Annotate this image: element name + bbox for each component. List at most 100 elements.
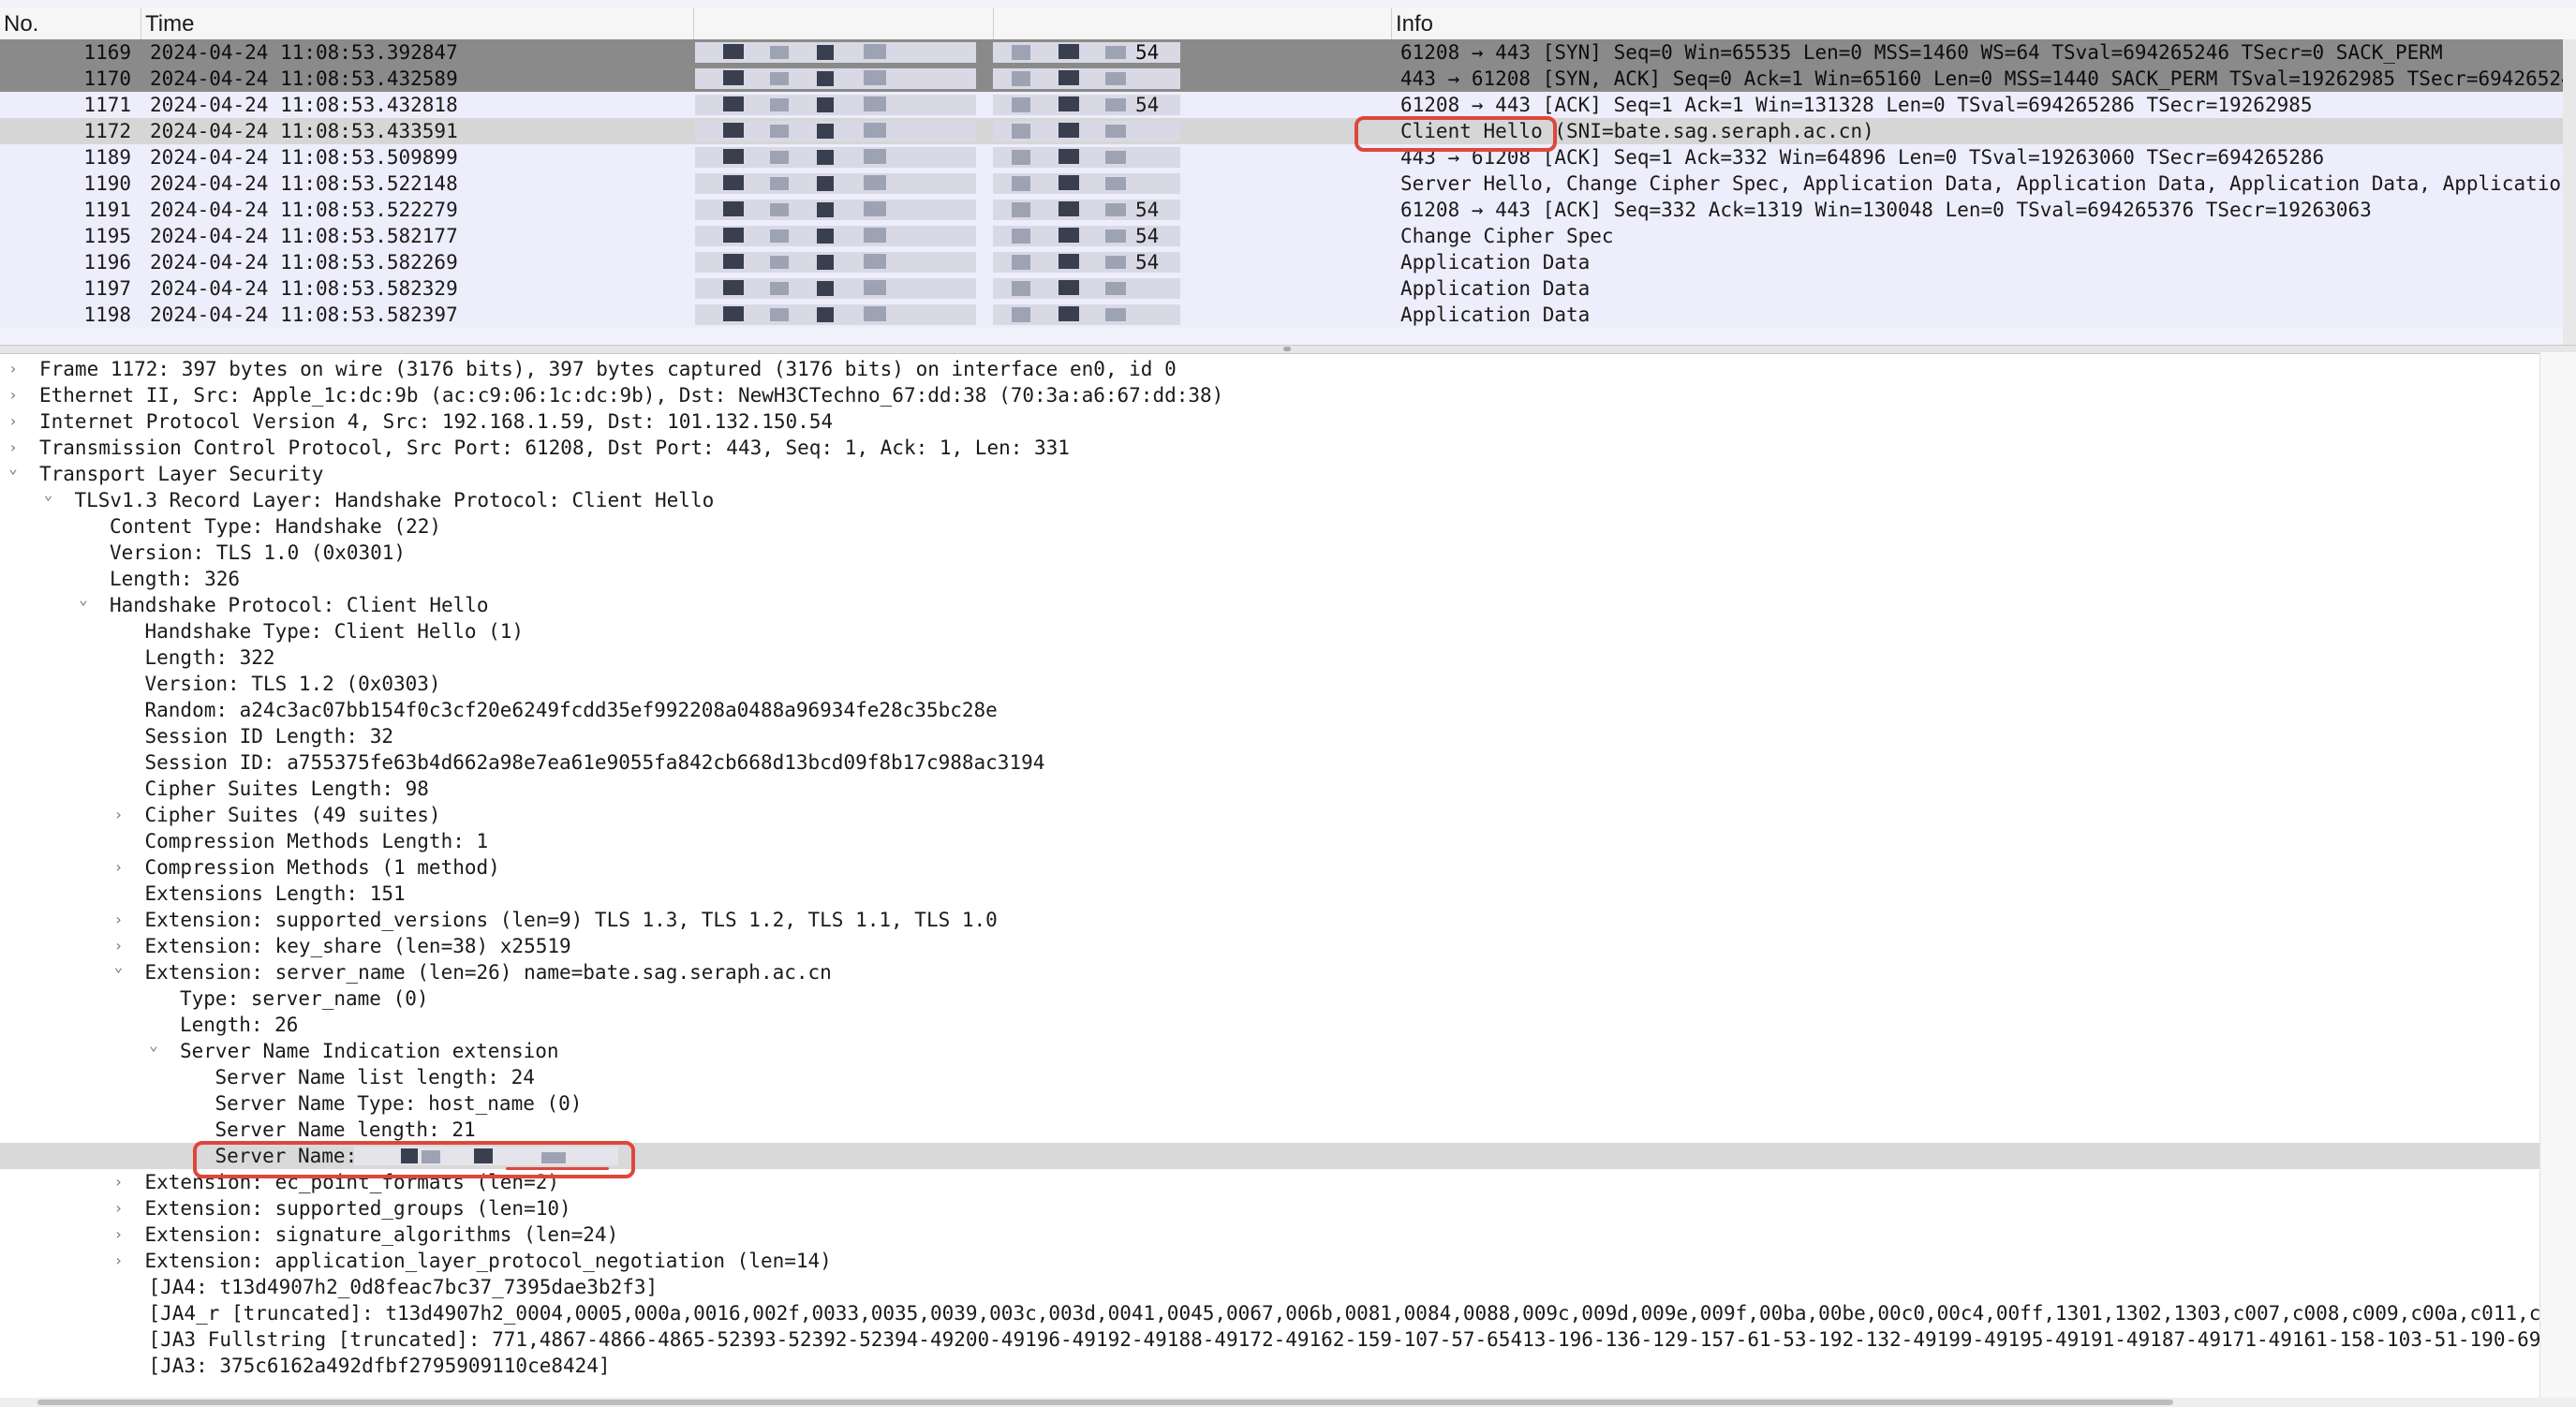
- detail-row[interactable]: Version: TLS 1.2 (0x0303): [0, 671, 2540, 697]
- detail-row[interactable]: Length: 326: [0, 566, 2540, 592]
- detail-row[interactable]: Server Name:: [0, 1143, 2540, 1169]
- detail-row[interactable]: Random: a24c3ac07bb154f0c3cf20e6249fcdd3…: [0, 697, 2540, 723]
- detail-row[interactable]: Server Name Type: host_name (0): [0, 1090, 2540, 1117]
- detail-text: Cipher Suites Length: 98: [144, 778, 429, 800]
- detail-row[interactable]: [JA4: t13d4907h2_0d8feac7bc37_7395dae3b2…: [0, 1274, 2540, 1300]
- expand-chevron-icon[interactable]: ›: [110, 907, 128, 933]
- column-header-info[interactable]: Info: [1391, 7, 2576, 39]
- collapse-chevron-icon[interactable]: ⌄: [144, 1032, 163, 1059]
- collapse-chevron-icon[interactable]: ⌄: [39, 481, 58, 508]
- detail-row[interactable]: Compression Methods Length: 1: [0, 828, 2540, 854]
- detail-row[interactable]: › Extension: ec_point_formats (len=2): [0, 1169, 2540, 1195]
- detail-row[interactable]: Length: 322: [0, 644, 2540, 671]
- detail-row[interactable]: Session ID: a755375fe63b4d662a98e7ea61e9…: [0, 749, 2540, 776]
- column-header-no[interactable]: No.: [0, 7, 141, 39]
- packet-row[interactable]: 1196 2024-04-24 11:08:53.582269 54 Applicat…: [0, 249, 2576, 275]
- horizontal-scrollbar[interactable]: [0, 1398, 2576, 1407]
- column-header-source[interactable]: [693, 7, 993, 39]
- packet-details-tree[interactable]: › Frame 1172: 397 bytes on wire (3176 bit…: [0, 352, 2540, 1400]
- detail-row[interactable]: Server Name length: 21: [0, 1117, 2540, 1143]
- detail-row[interactable]: Extensions Length: 151: [0, 881, 2540, 907]
- detail-row[interactable]: › Internet Protocol Version 4, Src: 192.1…: [0, 408, 2540, 435]
- detail-row[interactable]: Content Type: Handshake (22): [0, 513, 2540, 540]
- detail-row[interactable]: Version: TLS 1.0 (0x0301): [0, 540, 2540, 566]
- destination-redacted: [993, 147, 1180, 168]
- detail-row[interactable]: › Compression Methods (1 method): [0, 854, 2540, 881]
- detail-text: Server Name Type: host_name (0): [215, 1092, 583, 1115]
- packet-row[interactable]: 1171 2024-04-24 11:08:53.432818 54 61208 → …: [0, 92, 2576, 118]
- detail-row[interactable]: › Extension: signature_algorithms (len=24…: [0, 1222, 2540, 1248]
- expand-chevron-icon[interactable]: ›: [4, 356, 22, 382]
- column-header-time[interactable]: Time: [141, 7, 693, 39]
- expand-chevron-icon[interactable]: ›: [110, 1248, 128, 1274]
- detail-row[interactable]: [JA3: 375c6162a492dfbf2795909110ce8424]: [0, 1353, 2540, 1379]
- detail-text: Extension: key_share (len=38) x25519: [144, 935, 571, 957]
- packet-no: 1195: [83, 225, 131, 247]
- detail-row[interactable]: › Ethernet II, Src: Apple_1c:dc:9b (ac:c9…: [0, 382, 2540, 408]
- expand-chevron-icon[interactable]: ›: [110, 854, 128, 881]
- detail-row[interactable]: Length: 26: [0, 1012, 2540, 1038]
- packet-list-scrollbar[interactable]: [2563, 39, 2576, 345]
- packet-row[interactable]: 1191 2024-04-24 11:08:53.522279 54 61208 → …: [0, 197, 2576, 223]
- horizontal-scrollbar-thumb[interactable]: [37, 1400, 2173, 1405]
- destination-tail: 54: [1135, 41, 1160, 64]
- packet-row[interactable]: 1170 2024-04-24 11:08:53.432589 443 → 6120…: [0, 66, 2576, 92]
- packet-row[interactable]: 1195 2024-04-24 11:08:53.582177 54 Change C…: [0, 223, 2576, 249]
- source-redacted: [695, 68, 976, 89]
- packet-info: 443 → 61208 [SYN, ACK] Seq=0 Ack=1 Win=6…: [1400, 66, 2573, 92]
- packet-row[interactable]: 1198 2024-04-24 11:08:53.582397 Applicatio…: [0, 302, 2576, 328]
- detail-row[interactable]: Handshake Type: Client Hello (1): [0, 618, 2540, 644]
- packet-no: 1190: [83, 172, 131, 195]
- detail-row[interactable]: › Extension: supported_groups (len=10): [0, 1195, 2540, 1222]
- divider-grip-icon[interactable]: [1283, 347, 1291, 351]
- details-scrollbar[interactable]: [2539, 352, 2576, 1407]
- destination-redacted: [993, 173, 1180, 194]
- detail-row[interactable]: › Extension: application_layer_protocol_n…: [0, 1248, 2540, 1274]
- detail-text: Extension: application_layer_protocol_ne…: [144, 1250, 832, 1272]
- packet-row[interactable]: 1189 2024-04-24 11:08:53.509899 443 → 6120…: [0, 144, 2576, 170]
- detail-row[interactable]: › Frame 1172: 397 bytes on wire (3176 bit…: [0, 356, 2540, 382]
- detail-text: [JA3 Fullstring [truncated]: 771,4867-48…: [148, 1328, 2541, 1351]
- packet-time: 2024-04-24 11:08:53.582329: [150, 277, 458, 300]
- server-name-redacted: [354, 1147, 618, 1165]
- packet-list-header: No. Time Info: [0, 7, 2576, 40]
- detail-row[interactable]: Server Name list length: 24: [0, 1064, 2540, 1090]
- packet-row[interactable]: 1169 2024-04-24 11:08:53.392847 54 61208 → …: [0, 39, 2576, 66]
- expand-chevron-icon[interactable]: ›: [110, 802, 128, 828]
- detail-row[interactable]: › Extension: supported_versions (len=9) T…: [0, 907, 2540, 933]
- collapse-chevron-icon[interactable]: ⌄: [4, 455, 22, 481]
- detail-row[interactable]: ⌄ TLSv1.3 Record Layer: Handshake Protoco…: [0, 485, 2540, 513]
- packet-row[interactable]: 1190 2024-04-24 11:08:53.522148 Server Hel…: [0, 170, 2576, 197]
- expand-chevron-icon[interactable]: ›: [110, 1222, 128, 1248]
- detail-text: Internet Protocol Version 4, Src: 192.16…: [39, 410, 834, 433]
- expand-chevron-icon[interactable]: ›: [4, 408, 22, 435]
- info-highlight: Client Hello: [1400, 120, 1543, 142]
- detail-row[interactable]: [JA4_r [truncated]: t13d4907h2_0004,0005…: [0, 1300, 2541, 1326]
- detail-row[interactable]: ⌄ Server Name Indication extension: [0, 1036, 2540, 1064]
- detail-row[interactable]: Session ID Length: 32: [0, 723, 2540, 749]
- expand-chevron-icon[interactable]: ›: [4, 382, 22, 408]
- source-redacted: [695, 121, 976, 141]
- detail-row[interactable]: ⌄ Extension: server_name (len=26) name=ba…: [0, 957, 2540, 985]
- detail-text: Compression Methods (1 method): [144, 856, 500, 879]
- column-header-destination[interactable]: [993, 7, 1391, 39]
- packet-info: Client Hello (SNI=bate.sag.seraph.ac.cn): [1400, 118, 1874, 144]
- packet-list[interactable]: No. Time Info 1169 2024-04-24 11:08:53.39…: [0, 0, 2576, 345]
- detail-row[interactable]: Cipher Suites Length: 98: [0, 776, 2540, 802]
- destination-redacted: [993, 278, 1180, 299]
- expand-chevron-icon[interactable]: ›: [110, 1169, 128, 1195]
- detail-row[interactable]: ⌄ Handshake Protocol: Client Hello: [0, 590, 2540, 618]
- source-redacted: [695, 42, 976, 63]
- detail-row[interactable]: › Extension: key_share (len=38) x25519: [0, 933, 2540, 959]
- detail-row[interactable]: [JA3 Fullstring [truncated]: 771,4867-48…: [0, 1326, 2541, 1353]
- expand-chevron-icon[interactable]: ›: [110, 1195, 128, 1222]
- packet-row[interactable]: 1172 2024-04-24 11:08:53.433591 Client Hel…: [0, 118, 2576, 144]
- detail-row[interactable]: › Cipher Suites (49 suites): [0, 802, 2540, 828]
- collapse-chevron-icon[interactable]: ⌄: [110, 954, 128, 980]
- destination-redacted: [993, 68, 1180, 89]
- detail-row[interactable]: ⌄ Transport Layer Security: [0, 459, 2540, 487]
- detail-row[interactable]: Type: server_name (0): [0, 985, 2540, 1012]
- detail-row[interactable]: › Transmission Control Protocol, Src Port…: [0, 435, 2540, 461]
- collapse-chevron-icon[interactable]: ⌄: [74, 586, 93, 613]
- packet-row[interactable]: 1197 2024-04-24 11:08:53.582329 Applicatio…: [0, 275, 2576, 302]
